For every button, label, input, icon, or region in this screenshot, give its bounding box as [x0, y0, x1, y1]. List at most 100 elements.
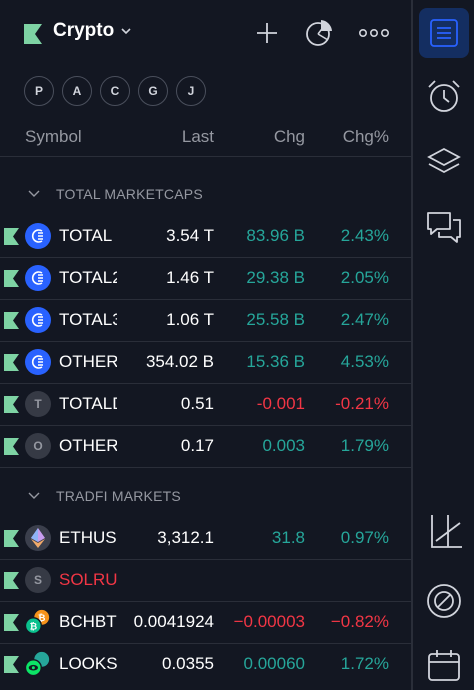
table-row[interactable]: LOOKSUSD 0.0355 0.00060 1.72%: [0, 643, 411, 685]
row-symbol: TOTAL2: [59, 268, 117, 287]
layers-icon: [427, 147, 461, 174]
row-symbol: TOTAL: [59, 226, 113, 245]
flag-icon[interactable]: [24, 24, 42, 44]
crypto-index-icon: [25, 265, 51, 291]
svg-text:₿: ₿: [30, 621, 38, 631]
row-change: 0.003: [262, 436, 305, 455]
right-toolbar: [413, 0, 474, 690]
row-last: 1.46 T: [166, 268, 214, 287]
watchlist-panel: Crypto P A C G J Symbol Last Chg Chg% TO…: [0, 0, 411, 690]
letter-avatar-icon: S: [25, 567, 51, 593]
table-row[interactable]: ETHUSD 3,312.1 31.8 0.97%: [0, 517, 411, 559]
chevron-down-icon: [121, 28, 131, 35]
table-row[interactable]: TOTAL 3.54 T 83.96 B 2.43%: [0, 215, 411, 257]
flag-icon[interactable]: [4, 354, 19, 371]
flag-icon[interactable]: [4, 572, 19, 589]
row-symbol: OTHERS: [59, 352, 117, 371]
quick-filter-chips: P A C G J: [24, 76, 206, 106]
watchlist-button[interactable]: [419, 8, 469, 58]
crypto-index-icon: [25, 349, 51, 375]
table-row[interactable]: TOTAL2 1.46 T 29.38 B 2.05%: [0, 257, 411, 299]
table-row[interactable]: TOTAL3 1.06 T 25.58 B 2.47%: [0, 299, 411, 341]
alerts-button[interactable]: [419, 71, 469, 121]
row-change: 0.00060: [243, 654, 305, 673]
chip-j[interactable]: J: [176, 76, 206, 106]
looksrare-pair-icon: [25, 651, 51, 677]
row-symbol: TOTALDEFI: [59, 394, 117, 413]
table-row[interactable]: OTHERS 354.02 B 15.36 B 4.53%: [0, 341, 411, 383]
row-change-percent: 1.72%: [340, 654, 389, 673]
row-last: 0.0041924: [133, 612, 214, 631]
section-header-tradfi-markets[interactable]: TRADFI MARKETS: [28, 488, 181, 504]
more-options-button[interactable]: [359, 18, 389, 48]
row-change-percent: 1.79%: [340, 436, 389, 455]
row-change-percent: 0.97%: [340, 528, 389, 547]
alarm-icon: [428, 80, 460, 112]
calendar-button[interactable]: [419, 640, 469, 690]
row-change-percent: −0.82%: [330, 612, 389, 631]
chip-g[interactable]: G: [138, 76, 168, 106]
column-header-chg[interactable]: Chg: [274, 127, 305, 147]
table-row[interactable]: ₿ ₿ BCHBTC 0.0041924 −0.00003 −0.82%: [0, 601, 411, 643]
column-header-chg-percent[interactable]: Chg%: [343, 127, 389, 147]
row-change-percent: 4.53%: [340, 352, 389, 371]
row-change: -0.001: [256, 394, 305, 413]
letter-avatar-icon: O: [25, 433, 51, 459]
row-change-percent: 2.05%: [340, 268, 389, 287]
row-symbol: OTHERS.D: [59, 436, 117, 455]
data-window-button[interactable]: [419, 576, 469, 626]
row-symbol: SOLRUB: [59, 570, 117, 589]
row-last: 3.54 T: [166, 226, 214, 245]
row-symbol: ETHUSD: [59, 528, 117, 547]
flag-icon[interactable]: [4, 530, 19, 547]
ethereum-icon: [25, 525, 51, 551]
drawing-tools-button[interactable]: [419, 508, 469, 558]
row-change-percent: -0.21%: [335, 394, 389, 413]
flag-icon[interactable]: [4, 228, 19, 245]
row-last: 1.06 T: [166, 310, 214, 329]
table-row[interactable]: S SOLRUB: [0, 559, 411, 601]
column-header-last[interactable]: Last: [182, 127, 214, 147]
flag-icon[interactable]: [4, 396, 19, 413]
row-last: 0.51: [180, 394, 214, 413]
row-last: 0.17: [180, 436, 214, 455]
flag-icon[interactable]: [4, 656, 19, 673]
crypto-index-icon: [25, 223, 51, 249]
chats-button[interactable]: [419, 202, 469, 252]
object-tree-button[interactable]: [419, 137, 469, 187]
row-symbol: TOTAL3: [59, 310, 117, 329]
watchlist-title: Crypto: [53, 20, 115, 41]
more-horizontal-icon: [359, 28, 389, 38]
row-divider: [0, 467, 411, 468]
watchlist-title-dropdown[interactable]: Crypto: [53, 20, 132, 42]
table-row[interactable]: O OTHERS.D 0.17 0.003 1.79%: [0, 425, 411, 467]
flag-icon[interactable]: [4, 614, 19, 631]
column-header-symbol[interactable]: Symbol: [25, 127, 82, 147]
row-last: 3,312.1: [157, 528, 214, 547]
row-change-percent: 2.47%: [340, 310, 389, 329]
plus-icon: [257, 23, 277, 43]
row-change-percent: 2.43%: [340, 226, 389, 245]
row-change: 31.8: [271, 528, 305, 547]
table-row[interactable]: T TOTALDEFI 0.51 -0.001 -0.21%: [0, 383, 411, 425]
watchlist-header: Crypto: [0, 0, 411, 66]
chevron-down-icon: [28, 492, 40, 499]
chip-c[interactable]: C: [100, 76, 130, 106]
pie-chart-icon: [306, 20, 332, 46]
advanced-view-button[interactable]: [304, 18, 334, 48]
row-change: 29.38 B: [246, 268, 305, 287]
chip-p[interactable]: P: [24, 76, 54, 106]
chip-a[interactable]: A: [62, 76, 92, 106]
flag-icon[interactable]: [4, 312, 19, 329]
row-change: 25.58 B: [246, 310, 305, 329]
flag-icon[interactable]: [4, 270, 19, 287]
header-divider: [0, 156, 411, 157]
section-header-total-marketcaps[interactable]: TOTAL MARKETCAPS: [28, 186, 203, 202]
bitcoin-cash-pair-icon: ₿ ₿: [25, 609, 51, 635]
chat-icon: [427, 212, 461, 243]
flag-icon[interactable]: [4, 438, 19, 455]
drawing-icon: [431, 515, 462, 548]
add-symbol-button[interactable]: [252, 18, 282, 48]
letter-avatar-icon: T: [25, 391, 51, 417]
row-change: −0.00003: [233, 612, 305, 631]
